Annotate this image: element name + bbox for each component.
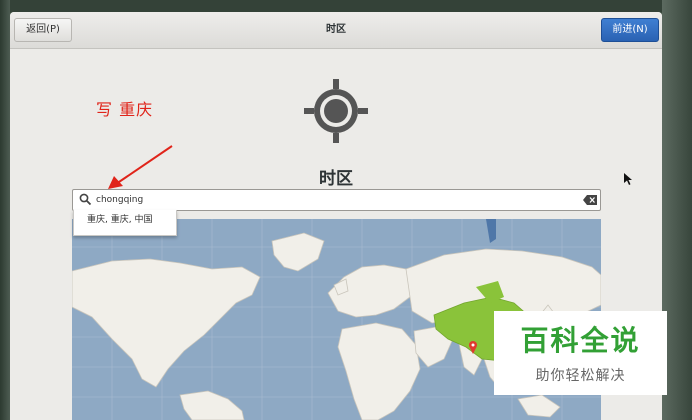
timezone-search-input[interactable]: chongqing bbox=[72, 189, 601, 211]
watermark-sub: 助你轻松解决 bbox=[535, 368, 626, 384]
monitor-bezel-top bbox=[0, 0, 692, 12]
next-button[interactable]: 前进(N) bbox=[601, 18, 659, 42]
header-bar: 时区 返回(P) 前进(N) bbox=[10, 12, 662, 49]
annotation-text: 写 重庆 bbox=[96, 100, 154, 119]
search-value: chongqing bbox=[96, 195, 144, 205]
monitor-bezel-left bbox=[0, 0, 10, 420]
watermark-main: 百科全说 bbox=[520, 324, 641, 357]
window-title: 时区 bbox=[326, 24, 346, 35]
search-suggestion[interactable]: 重庆, 重庆, 中国 bbox=[73, 210, 177, 236]
back-button[interactable]: 返回(P) bbox=[14, 18, 72, 42]
watermark: 百科全说 助你轻松解决 bbox=[494, 311, 667, 395]
cursor-icon bbox=[624, 173, 632, 185]
search-icon bbox=[79, 193, 92, 206]
clear-icon[interactable] bbox=[583, 195, 597, 205]
timezone-icon bbox=[304, 79, 368, 143]
annotation-arrow bbox=[108, 145, 173, 189]
